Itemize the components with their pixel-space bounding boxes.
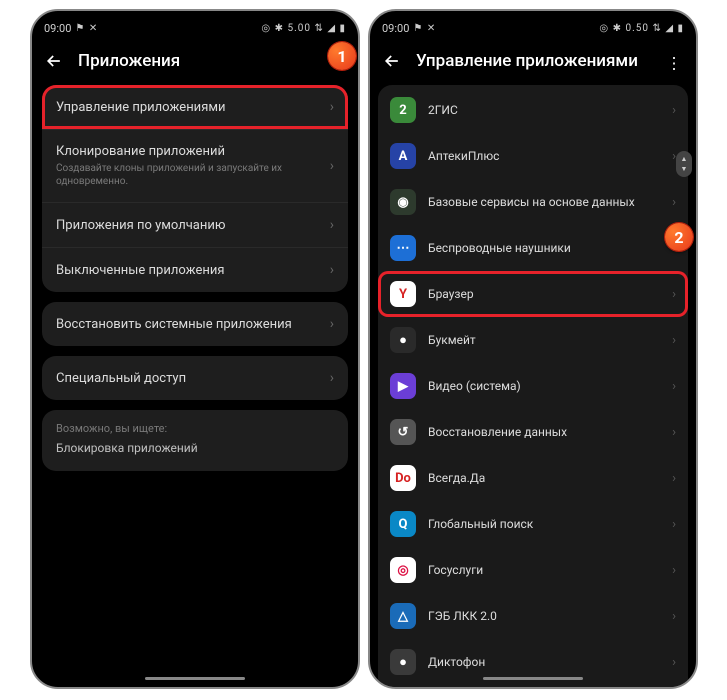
chevron-right-icon: › xyxy=(330,158,334,174)
chevron-right-icon: › xyxy=(672,425,676,440)
phone-screen-apps: 09:00 ⚑ ✕ ◎ ✱ 5.00 ⇅ ◢ ▮ Приложения Упра… xyxy=(30,9,360,689)
app-label: Браузер xyxy=(428,287,672,301)
step-badge-2: 2 xyxy=(665,223,693,251)
chevron-right-icon: › xyxy=(672,379,676,394)
app-row[interactable]: △ ГЭБ ЛКК 2.0› xyxy=(378,593,688,639)
home-indicator[interactable] xyxy=(483,677,583,680)
app-icon: 2 xyxy=(390,97,416,123)
row-label: Специальный доступ xyxy=(56,371,322,386)
app-label: Букмейт xyxy=(428,333,672,347)
app-row[interactable]: ААптекиПлюс› xyxy=(378,133,688,179)
app-icon: △ xyxy=(390,603,416,629)
status-right-icons: ◎ ✱ 0.50 ⇅ ◢ ▮ xyxy=(599,23,684,34)
app-label: Глобальный поиск xyxy=(428,517,672,531)
row-label: Восстановить системные приложения xyxy=(56,317,322,332)
chevron-right-icon: › xyxy=(672,333,676,348)
app-row[interactable]: ⋯Беспроводные наушники› xyxy=(378,225,688,271)
app-icon: А xyxy=(390,143,416,169)
row-clone-apps[interactable]: Клонирование приложений Создавайте клоны… xyxy=(42,129,348,202)
app-label: Беспроводные наушники xyxy=(428,241,672,255)
home-indicator[interactable] xyxy=(145,677,245,680)
status-bar: 09:00 ⚑ ✕ ◎ ✱ 0.50 ⇅ ◢ ▮ xyxy=(370,11,696,41)
phone-screen-manage-apps: 09:00 ⚑ ✕ ◎ ✱ 0.50 ⇅ ◢ ▮ Управление прил… xyxy=(368,9,698,689)
app-label: 2ГИС xyxy=(428,103,672,117)
header: Управление приложениями ⋮ xyxy=(370,41,696,85)
app-row[interactable]: ◉ Базовые сервисы на основе данных› xyxy=(378,179,688,225)
chevron-right-icon: › xyxy=(330,99,334,115)
app-list[interactable]: 22ГИС›ААптекиПлюс›◉Базовые сервисы на ос… xyxy=(378,85,688,689)
row-label: Управление приложениями xyxy=(56,100,322,115)
app-icon: Do xyxy=(390,465,416,491)
hint-card[interactable]: Возможно, вы ищете: Блокировка приложени… xyxy=(42,410,348,471)
step-badge-1: 1 xyxy=(328,42,356,70)
app-label: Восстановление данных xyxy=(428,425,672,439)
row-subtitle: Создавайте клоны приложений и запускайте… xyxy=(56,162,322,188)
more-icon[interactable]: ⋮ xyxy=(666,54,682,73)
app-icon: ● xyxy=(390,649,416,675)
chevron-right-icon: › xyxy=(672,563,676,578)
app-icon: Q xyxy=(390,511,416,537)
status-time: 09:00 xyxy=(44,22,71,35)
chevron-right-icon: › xyxy=(672,287,676,302)
chevron-right-icon: › xyxy=(672,517,676,532)
app-icon: ◉ xyxy=(390,189,416,215)
app-icon: ↺ xyxy=(390,419,416,445)
app-icon: ● xyxy=(390,327,416,353)
group-special: Специальный доступ › xyxy=(42,356,348,400)
app-row[interactable]: Q Глобальный поиск› xyxy=(378,501,688,547)
row-label: Выключенные приложения xyxy=(56,263,322,278)
app-label: Диктофон xyxy=(428,655,672,669)
row-label: Клонирование приложений Создавайте клоны… xyxy=(56,144,322,188)
app-icon: Y xyxy=(390,281,416,307)
chevron-right-icon: › xyxy=(330,262,334,278)
back-icon[interactable] xyxy=(382,51,402,71)
group-main: Управление приложениями › Клонирование п… xyxy=(42,85,348,292)
status-right-icons: ◎ ✱ 5.00 ⇅ ◢ ▮ xyxy=(261,23,346,34)
page-title: Управление приложениями xyxy=(416,51,638,71)
app-label: Госуслуги xyxy=(428,563,672,577)
chevron-right-icon: › xyxy=(672,609,676,624)
chevron-right-icon: › xyxy=(672,195,676,210)
chevron-right-icon: › xyxy=(330,370,334,386)
row-default-apps[interactable]: Приложения по умолчанию › xyxy=(42,202,348,247)
chevron-right-icon: › xyxy=(330,217,334,233)
status-left-icons: ⚑ ✕ xyxy=(413,23,436,34)
app-label: Видео (система) xyxy=(428,379,672,393)
chevron-right-icon: › xyxy=(672,103,676,118)
scroll-thumb[interactable]: ▲▼ xyxy=(676,151,692,177)
app-label: ГЭБ ЛКК 2.0 xyxy=(428,609,672,623)
app-label: АптекиПлюс xyxy=(428,149,672,163)
header: Приложения xyxy=(32,41,358,85)
page-title: Приложения xyxy=(78,51,180,71)
row-special-access[interactable]: Специальный доступ › xyxy=(42,356,348,400)
status-time: 09:00 xyxy=(382,22,409,35)
chevron-right-icon: › xyxy=(672,471,676,486)
app-row[interactable]: Y Браузер› xyxy=(378,271,688,317)
app-row[interactable]: ↺ Восстановление данных› xyxy=(378,409,688,455)
row-manage-apps[interactable]: Управление приложениями › xyxy=(42,85,348,129)
status-bar: 09:00 ⚑ ✕ ◎ ✱ 5.00 ⇅ ◢ ▮ xyxy=(32,11,358,41)
row-disabled-apps[interactable]: Выключенные приложения › xyxy=(42,247,348,292)
app-label: Всегда.Да xyxy=(428,471,672,485)
chevron-right-icon: › xyxy=(330,316,334,332)
hint-title: Возможно, вы ищете: xyxy=(56,422,334,435)
app-row[interactable]: ◎ Госуслуги› xyxy=(378,547,688,593)
status-left-icons: ⚑ ✕ xyxy=(75,23,98,34)
hint-item: Блокировка приложений xyxy=(56,441,334,455)
app-icon: ⋯ xyxy=(390,235,416,261)
app-row[interactable]: ⬡Диспетчер телефона› xyxy=(378,685,688,689)
group-restore: Восстановить системные приложения › xyxy=(42,302,348,346)
chevron-right-icon: › xyxy=(672,655,676,670)
app-label: Базовые сервисы на основе данных xyxy=(428,195,672,209)
app-row[interactable]: ● Букмейт› xyxy=(378,317,688,363)
row-label: Приложения по умолчанию xyxy=(56,218,322,233)
app-icon: ◎ xyxy=(390,557,416,583)
app-row[interactable]: Do Всегда.Да› xyxy=(378,455,688,501)
app-icon: ▶ xyxy=(390,373,416,399)
back-icon[interactable] xyxy=(44,51,64,71)
app-row[interactable]: ▶ Видео (система)› xyxy=(378,363,688,409)
app-row[interactable]: 2 2ГИС› xyxy=(378,87,688,133)
row-restore-system[interactable]: Восстановить системные приложения › xyxy=(42,302,348,346)
